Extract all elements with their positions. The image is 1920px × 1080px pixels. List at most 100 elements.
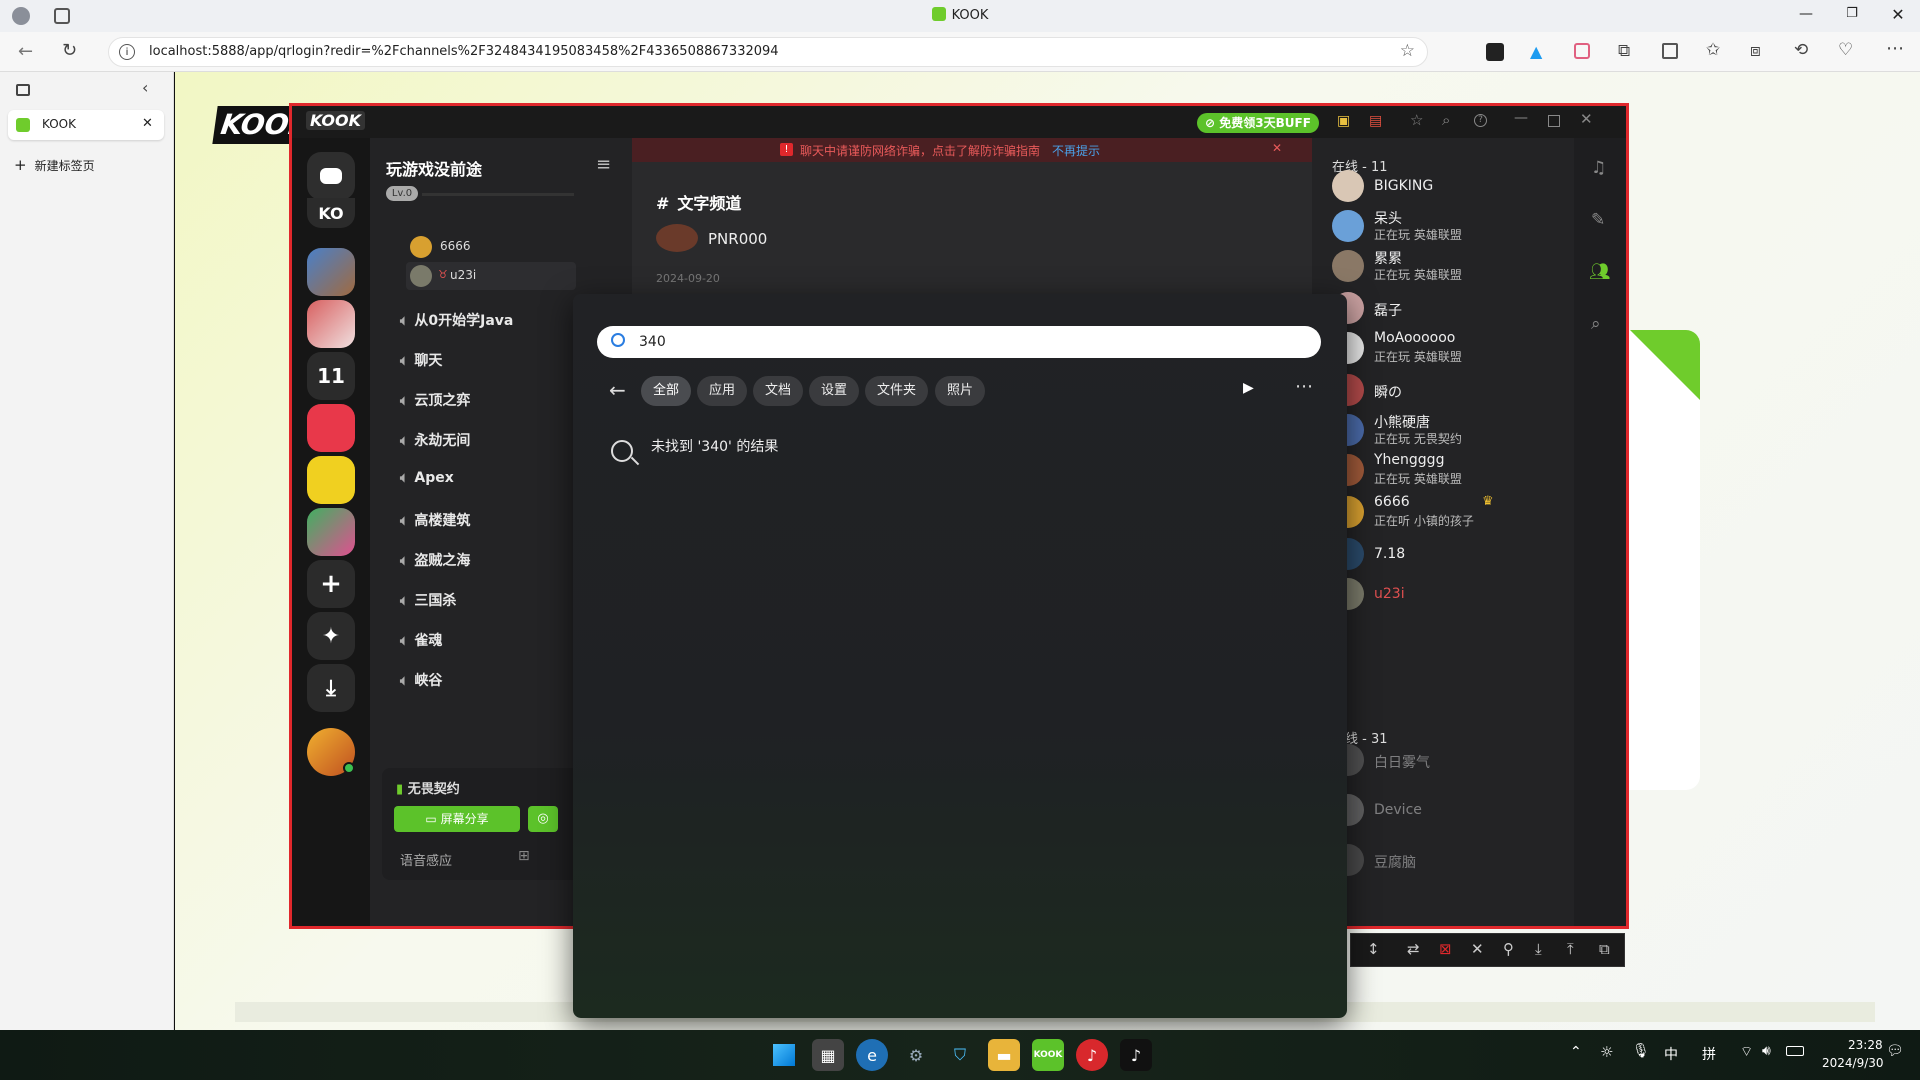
voice-member-2[interactable]: ♉ u23i bbox=[406, 262, 576, 290]
members-icon[interactable]: 👥︎ bbox=[1589, 262, 1611, 282]
microphone-icon[interactable]: 🎙︎ bbox=[1632, 1043, 1650, 1059]
voice-member-1[interactable]: 6666 bbox=[410, 234, 576, 260]
home-server-button[interactable] bbox=[307, 152, 355, 200]
swap-icon[interactable]: ⇄ bbox=[1407, 940, 1420, 958]
online-member[interactable]: BIGKING bbox=[1332, 166, 1572, 206]
extension-icon-3[interactable] bbox=[1574, 43, 1590, 59]
server-avatar-3[interactable] bbox=[307, 508, 355, 556]
back-icon[interactable]: ← bbox=[18, 41, 33, 62]
online-member[interactable]: 6666 正在听 小镇的孩子 ♛ bbox=[1332, 492, 1572, 532]
online-member[interactable]: 呆头 正在玩 英雄联盟 bbox=[1332, 206, 1572, 246]
kook-minimize-button[interactable]: — bbox=[1514, 110, 1528, 126]
gift-icon[interactable]: ▣ bbox=[1337, 113, 1350, 129]
server-avatar-1[interactable] bbox=[307, 248, 355, 296]
online-member[interactable]: 累累 正在玩 英雄联盟 bbox=[1332, 246, 1572, 286]
channel-8[interactable]: 🔈︎ 雀魂 bbox=[400, 630, 442, 650]
offline-member[interactable]: 豆腐脑 bbox=[1332, 840, 1572, 880]
close-tab-icon[interactable]: ✕ bbox=[142, 116, 153, 131]
channel-2[interactable]: 🔈︎ 云顶之弈 bbox=[400, 390, 470, 410]
notification-bell-icon[interactable]: ♫ bbox=[1591, 158, 1606, 178]
split-screen-icon[interactable] bbox=[1662, 43, 1678, 59]
channel-5[interactable]: 🔈︎ 高楼建筑 bbox=[400, 510, 470, 530]
tray-expand-icon[interactable]: ⌃ bbox=[1570, 1044, 1582, 1060]
message-author[interactable]: PNR000 bbox=[708, 230, 767, 248]
clock-date[interactable]: 2024/9/30 bbox=[1822, 1056, 1884, 1070]
server-ko[interactable]: KO bbox=[307, 198, 355, 228]
favorites-icon[interactable]: ✩ bbox=[1706, 40, 1720, 60]
export-icon[interactable]: ⤒ bbox=[1567, 940, 1574, 958]
discover-button[interactable]: ✦ bbox=[307, 612, 355, 660]
add-server-button[interactable]: + bbox=[307, 560, 355, 608]
online-member[interactable]: 磊子 bbox=[1332, 288, 1572, 328]
screen-share-button[interactable]: ▭ 屏幕分享 bbox=[394, 806, 520, 832]
download-icon[interactable]: ⤓ bbox=[1535, 940, 1542, 958]
defender-icon[interactable]: ⛉ bbox=[944, 1039, 976, 1071]
back-arrow-icon[interactable]: ← bbox=[609, 378, 626, 402]
buff-button[interactable]: ⊘ 免费领3天BUFF bbox=[1197, 113, 1319, 133]
online-member[interactable]: Yhengggg 正在玩 英雄联盟 bbox=[1332, 450, 1572, 490]
channel-1[interactable]: 🔈︎ 聊天 bbox=[400, 350, 442, 370]
mention-icon[interactable]: ✎ bbox=[1591, 210, 1605, 230]
filter-settings[interactable]: 设置 bbox=[809, 376, 860, 406]
tab-actions-icon[interactable] bbox=[16, 84, 30, 96]
server-navi[interactable] bbox=[307, 456, 355, 504]
ime-language[interactable]: 中 bbox=[1664, 1044, 1678, 1064]
rail-search-icon[interactable]: ⌕ bbox=[1591, 314, 1601, 334]
close-notice-icon[interactable]: ✕ bbox=[1272, 141, 1282, 155]
filter-folders[interactable]: 文件夹 bbox=[865, 376, 929, 406]
resize-vertical-icon[interactable]: ↕ bbox=[1367, 940, 1380, 958]
close-window-button[interactable]: ✕ bbox=[1888, 5, 1908, 25]
dismiss-notice-link[interactable]: 不再提示 bbox=[1052, 142, 1100, 159]
history-icon[interactable]: ⟲ bbox=[1794, 40, 1808, 60]
offline-member[interactable]: 白日雾气 bbox=[1332, 740, 1572, 780]
offline-member[interactable]: Device bbox=[1332, 790, 1572, 830]
kook-maximize-button[interactable] bbox=[1548, 115, 1560, 127]
shop-icon[interactable]: ▤ bbox=[1369, 113, 1382, 129]
close-icon[interactable]: ✕ bbox=[1471, 940, 1484, 958]
favorite-star-icon[interactable]: ☆ bbox=[1400, 41, 1415, 61]
server-avatar-2[interactable] bbox=[307, 300, 355, 348]
tab-kook[interactable]: KOOK ✕ bbox=[8, 110, 164, 140]
volume-icon[interactable]: 🔊︎ bbox=[1762, 1043, 1771, 1059]
voice-action-button[interactable]: ◎ bbox=[528, 806, 558, 832]
filter-apps[interactable]: 应用 bbox=[697, 376, 748, 406]
star-icon[interactable]: ☆ bbox=[1410, 111, 1423, 129]
store-icon[interactable]: ▦ bbox=[812, 1039, 844, 1071]
extensions-icon[interactable]: ⧉ bbox=[1618, 41, 1630, 61]
download-button[interactable]: ⤓ bbox=[307, 664, 355, 712]
restore-button[interactable]: ❐ bbox=[1842, 6, 1862, 26]
online-member[interactable]: u23i bbox=[1332, 574, 1572, 614]
address-bar[interactable]: i localhost:5888/app/qrlogin?redir=%2Fch… bbox=[108, 37, 1428, 67]
more-options-icon[interactable]: ⋯ bbox=[1295, 376, 1313, 397]
clock-time[interactable]: 23:28 bbox=[1848, 1038, 1883, 1052]
kook-app-icon[interactable]: KOOK bbox=[1032, 1039, 1064, 1071]
start-button[interactable] bbox=[768, 1039, 800, 1071]
new-tab-button[interactable]: + 新建标签页 bbox=[14, 156, 164, 178]
brightness-icon[interactable]: ☼ bbox=[1600, 1043, 1613, 1061]
channel-4[interactable]: 🔈︎ Apex bbox=[400, 470, 454, 486]
settings-gear-icon[interactable]: ⚙ bbox=[900, 1039, 932, 1071]
filter-documents[interactable]: 文档 bbox=[753, 376, 804, 406]
server-menu-icon[interactable]: ≡ bbox=[596, 154, 611, 175]
reload-icon[interactable]: ↻ bbox=[62, 40, 77, 61]
collections-icon[interactable]: ⧈ bbox=[1750, 41, 1761, 61]
tiktok-icon[interactable]: ♪ bbox=[1120, 1039, 1152, 1071]
notification-center-icon[interactable]: 💬︎ bbox=[1886, 1043, 1904, 1059]
minimize-button[interactable]: — bbox=[1796, 6, 1816, 26]
voice-settings-icon[interactable]: ⊞ bbox=[518, 848, 530, 864]
online-member[interactable]: MoAoooooo 正在玩 英雄联盟 bbox=[1332, 328, 1572, 368]
server-11[interactable]: 11 bbox=[307, 352, 355, 400]
netease-music-icon[interactable]: ♪ bbox=[1076, 1039, 1108, 1071]
server-name[interactable]: 玩游戏没前途 bbox=[386, 156, 482, 180]
performance-icon[interactable]: ♡ bbox=[1838, 40, 1853, 60]
filter-all[interactable]: 全部 bbox=[641, 376, 692, 406]
help-icon[interactable]: ? bbox=[1474, 114, 1487, 127]
wifi-icon[interactable]: ⌔ bbox=[1740, 1043, 1753, 1061]
search-box[interactable] bbox=[597, 326, 1321, 358]
file-explorer-icon[interactable]: ▬ bbox=[988, 1039, 1020, 1071]
extension-icon-2[interactable]: ▲ bbox=[1530, 42, 1542, 61]
ime-mode[interactable]: 拼 bbox=[1702, 1044, 1716, 1064]
copy-icon[interactable]: ⧉ bbox=[1599, 940, 1610, 958]
edge-icon[interactable]: e bbox=[856, 1039, 888, 1071]
pin-icon[interactable]: ⚲ bbox=[1503, 940, 1514, 958]
